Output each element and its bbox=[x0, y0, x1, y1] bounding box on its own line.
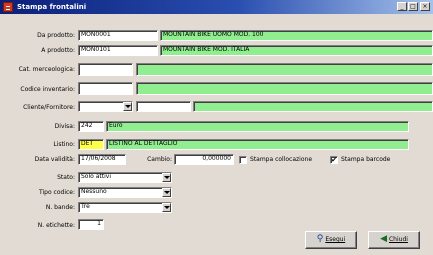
divisa-code-input[interactable]: 242 bbox=[78, 121, 104, 132]
n-etichette-label: N. etichette: bbox=[37, 222, 75, 229]
maximize-button[interactable]: □ bbox=[408, 2, 418, 11]
chiudi-button[interactable]: ◀ Chiudi bbox=[368, 231, 420, 249]
stato-select[interactable]: Solo attivi bbox=[78, 172, 172, 183]
stampa-barcode-label: Stampa barcode bbox=[341, 156, 391, 163]
tipo-codice-value: Nessuno bbox=[81, 188, 107, 195]
a-prodotto-code-input[interactable]: MON0101 bbox=[78, 45, 158, 56]
run-icon: ⚲ bbox=[316, 234, 324, 244]
tipo-codice-select[interactable]: Nessuno bbox=[78, 187, 172, 198]
cambio-input[interactable]: 0,000000 bbox=[174, 154, 234, 165]
stato-value: Solo attivi bbox=[81, 173, 111, 180]
divisa-description[interactable]: Euro bbox=[106, 121, 409, 132]
close-button[interactable]: × bbox=[420, 2, 430, 11]
cliente-fornitore-code-input[interactable] bbox=[136, 101, 191, 112]
codice-inventario-description[interactable] bbox=[136, 82, 433, 95]
chevron-down-icon[interactable] bbox=[162, 203, 171, 212]
chevron-down-icon[interactable] bbox=[123, 102, 132, 111]
cliente-fornitore-label: Cliente/Fornitore: bbox=[23, 104, 75, 111]
listino-description[interactable]: LISTINO AL DETTAGLIO bbox=[106, 139, 409, 150]
n-etichette-input[interactable]: 1 bbox=[78, 219, 104, 230]
title-bar[interactable]: Stampa frontalini _ □ × bbox=[0, 0, 433, 14]
divisa-label: Divisa: bbox=[54, 123, 75, 130]
chiudi-label: Chiudi bbox=[388, 236, 408, 243]
minimize-button[interactable]: _ bbox=[397, 2, 407, 11]
a-prodotto-description[interactable]: MOUNTAIN BIKE MOD. ITALIA bbox=[160, 45, 433, 56]
cliente-fornitore-type-select[interactable] bbox=[78, 101, 133, 112]
stampa-collocazione-label: Stampa collocazione bbox=[250, 156, 313, 163]
chevron-down-icon[interactable] bbox=[162, 173, 171, 182]
da-prodotto-code-input[interactable]: MON0001 bbox=[78, 30, 158, 41]
data-validita-input[interactable]: 17/06/2008 bbox=[78, 154, 126, 165]
data-validita-label: Data validità: bbox=[34, 156, 75, 163]
n-bande-select[interactable]: Tre bbox=[78, 202, 172, 213]
stato-label: Stato: bbox=[57, 174, 75, 181]
stampa-collocazione-checkbox[interactable] bbox=[239, 156, 247, 164]
da-prodotto-label: Da prodotto: bbox=[37, 32, 75, 39]
n-bande-value: Tre bbox=[81, 203, 90, 210]
codice-inventario-label: Codice inventario: bbox=[20, 86, 75, 93]
da-prodotto-description[interactable]: MOUNTAIN BIKE UOMO MOD. 100 bbox=[160, 30, 433, 41]
close-door-icon: ◀ bbox=[380, 234, 387, 244]
cat-merceologica-label: Cat. merceologica: bbox=[18, 66, 75, 73]
cat-merceologica-code-input[interactable] bbox=[78, 63, 133, 76]
chevron-down-icon[interactable] bbox=[162, 188, 171, 197]
document-icon bbox=[3, 2, 13, 12]
n-bande-label: N. bande: bbox=[45, 204, 75, 211]
stampa-barcode-checkbox[interactable]: ✔ bbox=[330, 156, 338, 164]
esegui-label: Esegui bbox=[325, 236, 346, 243]
esegui-button[interactable]: ⚲ Esegui bbox=[305, 231, 357, 249]
window-title: Stampa frontalini bbox=[17, 3, 87, 11]
tipo-codice-label: Tipo codice: bbox=[39, 189, 75, 196]
listino-label: Listino: bbox=[53, 141, 75, 148]
codice-inventario-code-input[interactable] bbox=[78, 82, 133, 95]
listino-code-input[interactable]: DET bbox=[78, 139, 104, 150]
cat-merceologica-description[interactable] bbox=[136, 63, 433, 76]
cambio-label: Cambio: bbox=[147, 156, 172, 163]
cliente-fornitore-description[interactable] bbox=[193, 101, 433, 112]
a-prodotto-label: A prodotto: bbox=[41, 47, 75, 54]
